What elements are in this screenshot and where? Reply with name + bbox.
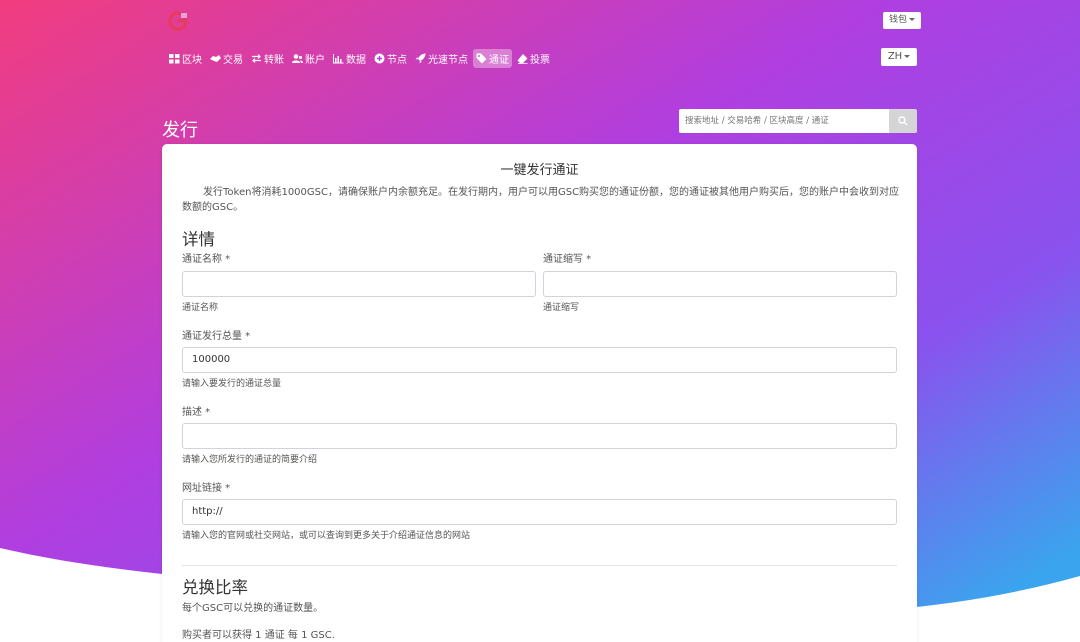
tag-icon: [476, 53, 487, 63]
total-supply-help: 请输入要发行的通证总量: [182, 379, 282, 389]
nav-item-transfer[interactable]: 转账: [248, 49, 287, 68]
details-heading: 详情: [182, 230, 215, 249]
nav-label: 账户: [305, 54, 325, 66]
nav-label: 交易: [223, 54, 243, 66]
exchange-icon: [252, 53, 261, 63]
page-title: 发行: [162, 120, 198, 141]
nav-label: 投票: [530, 54, 550, 66]
token-name-help: 通证名称: [182, 303, 219, 313]
nav-label: 通证: [489, 54, 509, 66]
chevron-down-icon: [909, 18, 916, 21]
section-divider: [182, 565, 897, 566]
nav-label: 光速节点: [428, 54, 468, 66]
grid-icon: [169, 53, 180, 63]
gsc-logo-icon[interactable]: [167, 10, 189, 32]
total-supply-input[interactable]: 100000: [182, 347, 897, 373]
form-title: 一键发行通证: [500, 163, 579, 178]
nav-label: 转账: [264, 54, 284, 66]
nav-label: 区块: [182, 54, 202, 66]
nav-item-lightspeed-nodes[interactable]: 光速节点: [412, 49, 471, 68]
rocket-icon: [415, 53, 426, 63]
language-dropdown[interactable]: ZH: [881, 48, 917, 66]
nav-item-accounts[interactable]: 账户: [289, 49, 328, 68]
exchange-ratio-heading: 兑换比率: [182, 578, 248, 597]
token-abbr-help: 通证缩写: [543, 303, 580, 313]
nav-item-tokens[interactable]: 通证: [473, 48, 512, 68]
circle-plus-icon: [374, 53, 385, 63]
nav-item-transactions[interactable]: 交易: [207, 49, 246, 68]
main-nav: 区块 交易 转账 账户 数据 节点 光速节点 通证 投票: [166, 48, 555, 68]
exchange-ratio-subtitle: 每个GSC可以兑换的通证数量。: [182, 603, 324, 614]
form-intro: 发行Token将消耗1000GSC，请确保账户内余额充足。在发行期内，用户可以用…: [182, 187, 900, 213]
website-url-label: 网址链接 *: [182, 483, 231, 494]
eraser-icon: [517, 53, 528, 64]
issue-token-card: 一键发行通证 发行Token将消耗1000GSC，请确保账户内余额充足。在发行期…: [162, 144, 917, 642]
chevron-down-icon: [904, 54, 911, 58]
token-name-input[interactable]: [182, 271, 536, 297]
description-label: 描述 *: [182, 407, 211, 418]
nav-item-nodes[interactable]: 节点: [371, 49, 410, 68]
nav-label: 节点: [387, 54, 407, 66]
total-supply-label: 通证发行总量 *: [182, 331, 251, 342]
website-url-help: 请输入您的官网或社交网站，或可以查询到更多关于介绍通证信息的网站: [182, 531, 471, 541]
language-label: ZH: [887, 51, 903, 62]
wallet-dropdown[interactable]: 钱包: [883, 12, 922, 29]
nav-item-data[interactable]: 数据: [330, 49, 369, 68]
search-icon: [898, 116, 908, 126]
nav-label: 数据: [346, 54, 366, 66]
description-input[interactable]: [182, 423, 897, 449]
nav-item-votes[interactable]: 投票: [514, 49, 553, 68]
search-button[interactable]: [889, 109, 917, 133]
website-url-input[interactable]: http://: [182, 499, 897, 525]
nav-item-blocks[interactable]: 区块: [166, 49, 205, 68]
wallet-label: 钱包: [889, 15, 908, 25]
token-abbr-input[interactable]: [543, 271, 897, 297]
users-icon: [292, 53, 303, 63]
token-abbr-label: 通证缩写 *: [543, 254, 592, 265]
handshake-icon: [210, 54, 221, 62]
bar-chart-icon: [333, 53, 344, 63]
search-input[interactable]: [679, 109, 889, 133]
description-help: 请输入您所发行的通证的简要介绍: [182, 455, 318, 465]
search-bar: [679, 109, 917, 133]
exchange-ratio-text: 购买者可以获得 1 通证 每 1 GSC.: [182, 630, 335, 641]
token-name-label: 通证名称 *: [182, 254, 231, 265]
